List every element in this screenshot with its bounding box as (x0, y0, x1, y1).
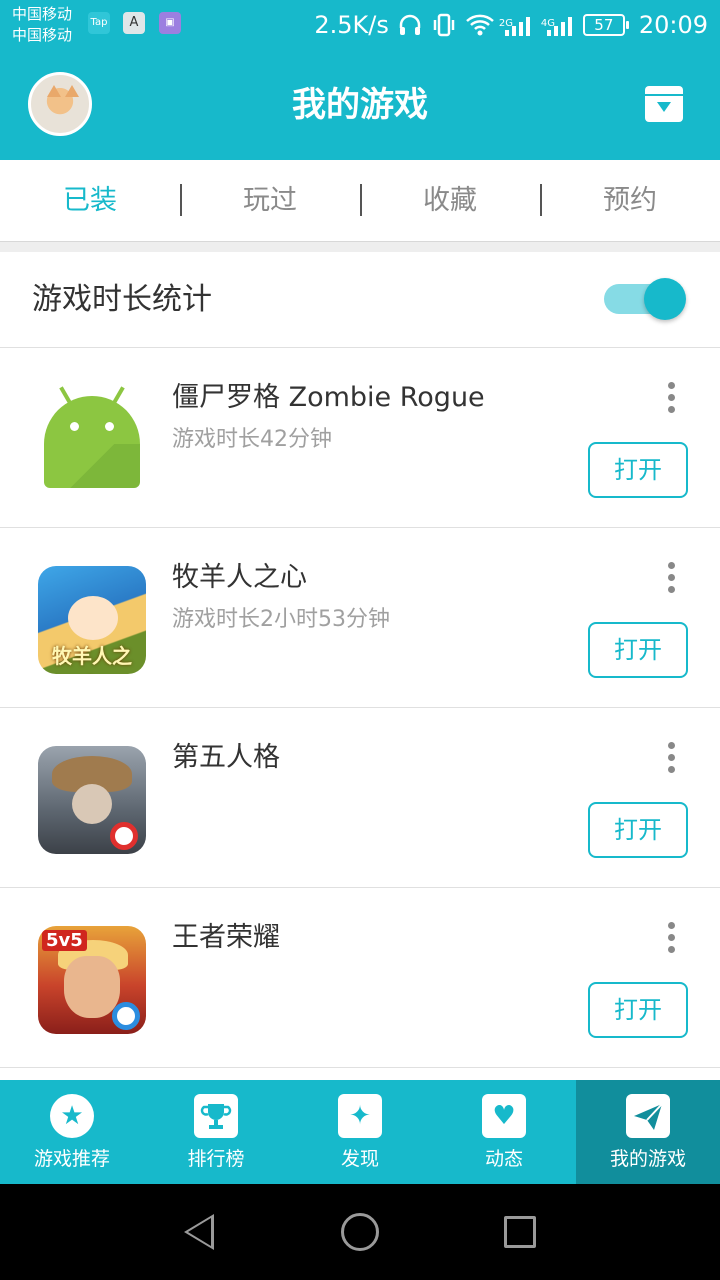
paper-plane-icon (626, 1094, 670, 1138)
back-icon[interactable] (184, 1214, 214, 1250)
tencent-logo (112, 1002, 140, 1030)
game-name: 僵尸罗格 Zombie Rogue (172, 382, 485, 413)
tab-bar: 已装 玩过 收藏 预约 (0, 160, 720, 242)
status-bar: 中国移动 中国移动 Tap A ▣ 2.5K/s 2G 4G 57 20:09 (0, 0, 720, 50)
vibrate-icon (431, 12, 457, 38)
game-list-item[interactable]: 牧羊人之心 牧羊人之心 游戏时长2小时53分钟 打开 (0, 528, 720, 708)
gallery-app-icon: ▣ (159, 12, 181, 34)
app-bar: 我的游戏 (0, 50, 720, 160)
shepherds-heart-character (68, 596, 118, 640)
nav-my-games[interactable]: 我的游戏 (576, 1080, 720, 1184)
shepherds-heart-icon-text: 牧羊人之心 (52, 644, 132, 674)
android-icon (38, 386, 146, 494)
sparkle-icon: ✦ (338, 1094, 382, 1138)
honor-of-kings-icon: 5v5 (38, 926, 146, 1034)
netease-logo (110, 822, 138, 850)
net-speed: 2.5K/s (314, 11, 389, 39)
recent-apps-icon[interactable] (504, 1216, 536, 1248)
tab-installed[interactable]: 已装 (0, 160, 180, 241)
wifi-icon (465, 12, 494, 38)
tab-favorites[interactable]: 收藏 (360, 160, 540, 241)
open-game-button[interactable]: 打开 (588, 802, 688, 858)
game-playtime: 游戏时长42分钟 (172, 427, 332, 452)
identity-v-face (72, 784, 112, 824)
tap-app-icon: Tap (88, 12, 110, 34)
download-manager-icon[interactable] (645, 86, 683, 122)
more-options-icon[interactable] (658, 920, 686, 954)
nav-label: 排行榜 (187, 1148, 245, 1170)
more-options-icon[interactable] (658, 380, 686, 414)
signal-4g-icon: 4G (541, 12, 575, 38)
nav-activity[interactable]: ♥ 动态 (432, 1080, 576, 1184)
more-options-icon[interactable] (658, 740, 686, 774)
honor-of-kings-face (64, 956, 120, 1018)
section-divider (0, 242, 720, 252)
nav-discover[interactable]: ✦ 发现 (288, 1080, 432, 1184)
battery-indicator: 57 (582, 14, 629, 36)
nav-label: 动态 (484, 1148, 523, 1170)
game-name: 牧羊人之心 (172, 562, 307, 593)
open-game-button[interactable]: 打开 (588, 982, 688, 1038)
bottom-navigation: ★ 游戏推荐 排行榜 ✦ 发现 ♥ 动态 我的游戏 (0, 1080, 720, 1184)
status-indicators: 2.5K/s 2G 4G 57 20:09 (314, 0, 708, 50)
android-body (44, 444, 140, 488)
honor-of-kings-badge: 5v5 (42, 930, 87, 951)
carrier-info: 中国移动 中国移动 (12, 4, 72, 46)
android-head (44, 396, 140, 444)
home-icon[interactable] (341, 1213, 379, 1251)
playtime-stats-label: 游戏时长统计 (32, 282, 212, 317)
android-eye-right (105, 422, 114, 431)
game-playtime: 游戏时长2小时53分钟 (172, 607, 390, 632)
nav-label: 游戏推荐 (33, 1148, 110, 1170)
game-list-item[interactable]: 5v5 王者荣耀 打开 (0, 888, 720, 1068)
game-list-item[interactable]: 僵尸罗格 Zombie Rogue 游戏时长42分钟 打开 (0, 348, 720, 528)
android-eye-left (70, 422, 79, 431)
toggle-knob (644, 278, 686, 320)
heart-icon: ♥ (482, 1094, 526, 1138)
carrier-1: 中国移动 (12, 5, 73, 23)
headphones-icon (397, 12, 423, 38)
system-navigation-bar (0, 1184, 720, 1280)
tab-reserved[interactable]: 预约 (540, 160, 720, 241)
more-options-icon[interactable] (658, 560, 686, 594)
signal-2g-label: 2G (498, 18, 513, 29)
playtime-stats-row: 游戏时长统计 (0, 252, 720, 348)
playtime-stats-toggle[interactable] (604, 278, 686, 320)
identity-v-icon (38, 746, 146, 854)
open-game-button[interactable]: 打开 (588, 622, 688, 678)
clock: 20:09 (638, 11, 708, 39)
carrier-2: 中国移动 (12, 26, 73, 44)
game-name: 第五人格 (172, 742, 280, 773)
signal-4g-label: 4G (540, 18, 555, 29)
a-app-icon: A (123, 12, 145, 34)
game-name: 王者荣耀 (172, 922, 280, 953)
shepherds-heart-icon: 牧羊人之心 (38, 566, 146, 674)
nav-label: 发现 (340, 1148, 379, 1170)
signal-2g-icon: 2G (499, 12, 533, 38)
nav-label: 我的游戏 (609, 1148, 686, 1170)
open-game-button[interactable]: 打开 (588, 442, 688, 498)
page-title: 我的游戏 (292, 85, 428, 125)
star-icon: ★ (50, 1094, 94, 1138)
nav-rankings[interactable]: 排行榜 (144, 1080, 288, 1184)
game-list-item[interactable]: 第五人格 打开 (0, 708, 720, 888)
trophy-icon (194, 1094, 238, 1138)
tab-played[interactable]: 玩过 (180, 160, 360, 241)
nav-recommend[interactable]: ★ 游戏推荐 (0, 1080, 144, 1184)
